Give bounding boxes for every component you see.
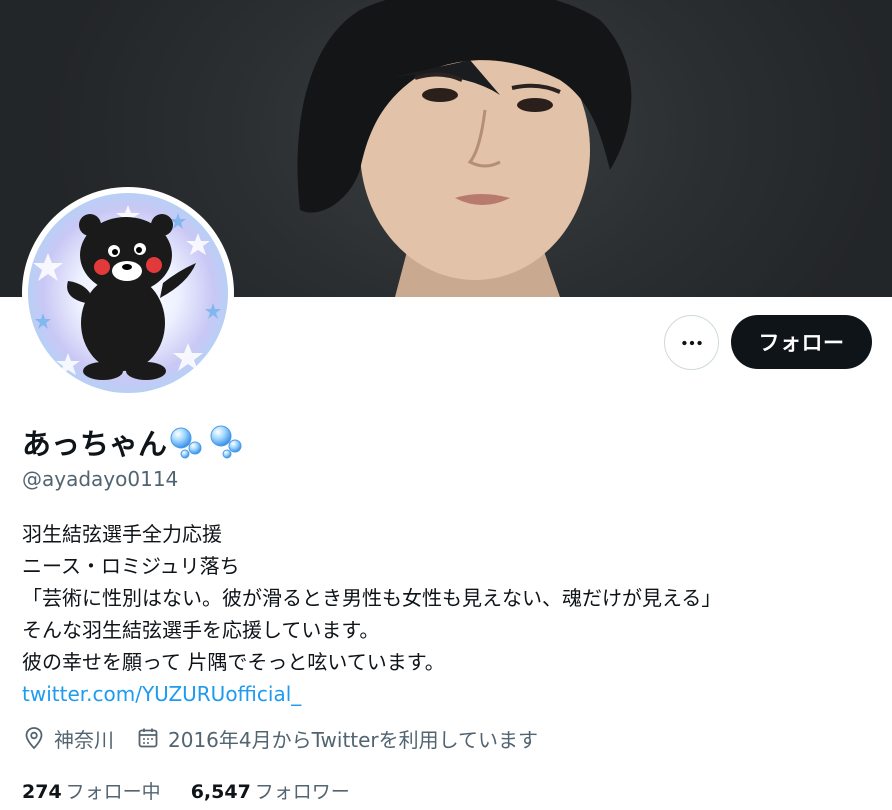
profile-stats: 274 フォロー中 6,547 フォロワー [22, 775, 380, 805]
bio-line: 羽生結弦選手全力応援 [22, 522, 222, 546]
followers-count: 6,547 [190, 780, 251, 803]
bio-line: そんな羽生結弦選手を応援しています。 [22, 618, 380, 642]
more-options-button[interactable] [664, 315, 719, 370]
more-horizontal-icon [681, 340, 702, 345]
bio-line: 彼の幸せを願って 片隅でそっと呟いています。 [22, 650, 445, 674]
location-pin-icon [25, 727, 43, 750]
location-item: 神奈川 [22, 724, 114, 753]
bubbles-emoji-icon [170, 425, 242, 459]
joined-text: 2016年4月からTwitterを利用しています [168, 727, 539, 752]
profile-meta: 神奈川 2016年4月からTwitterを利用しています [22, 722, 560, 754]
joined-item: 2016年4月からTwitterを利用しています [136, 724, 538, 753]
display-name-row: あっちゃん [22, 422, 249, 462]
user-handle: @ayadayo0114 [22, 467, 179, 491]
followers-label: フォロワー [254, 780, 350, 803]
calendar-icon [138, 728, 158, 748]
profile-bio: 羽生結弦選手全力応援 ニース・ロミジュリ落ち 「芸術に性別はない。彼が滑るとき男… [22, 518, 872, 710]
bio-line: 「芸術に性別はない。彼が滑るとき男性も女性も見えない、魂だけが見える」 [22, 586, 722, 610]
following-link[interactable]: 274 フォロー中 [22, 777, 161, 804]
location-text: 神奈川 [54, 727, 114, 752]
following-label: フォロー中 [65, 780, 161, 803]
display-name: あっちゃん [22, 427, 168, 461]
avatar-kumamon-image [33, 205, 221, 380]
profile-avatar[interactable] [22, 187, 234, 399]
following-count: 274 [22, 780, 62, 803]
followers-link[interactable]: 6,547 フォロワー [191, 777, 350, 804]
bio-link[interactable]: twitter.com/YUZURUofficial_ [22, 678, 872, 710]
bio-line: ニース・ロミジュリ落ち [22, 554, 240, 578]
follow-button[interactable]: フォロー [731, 315, 872, 369]
